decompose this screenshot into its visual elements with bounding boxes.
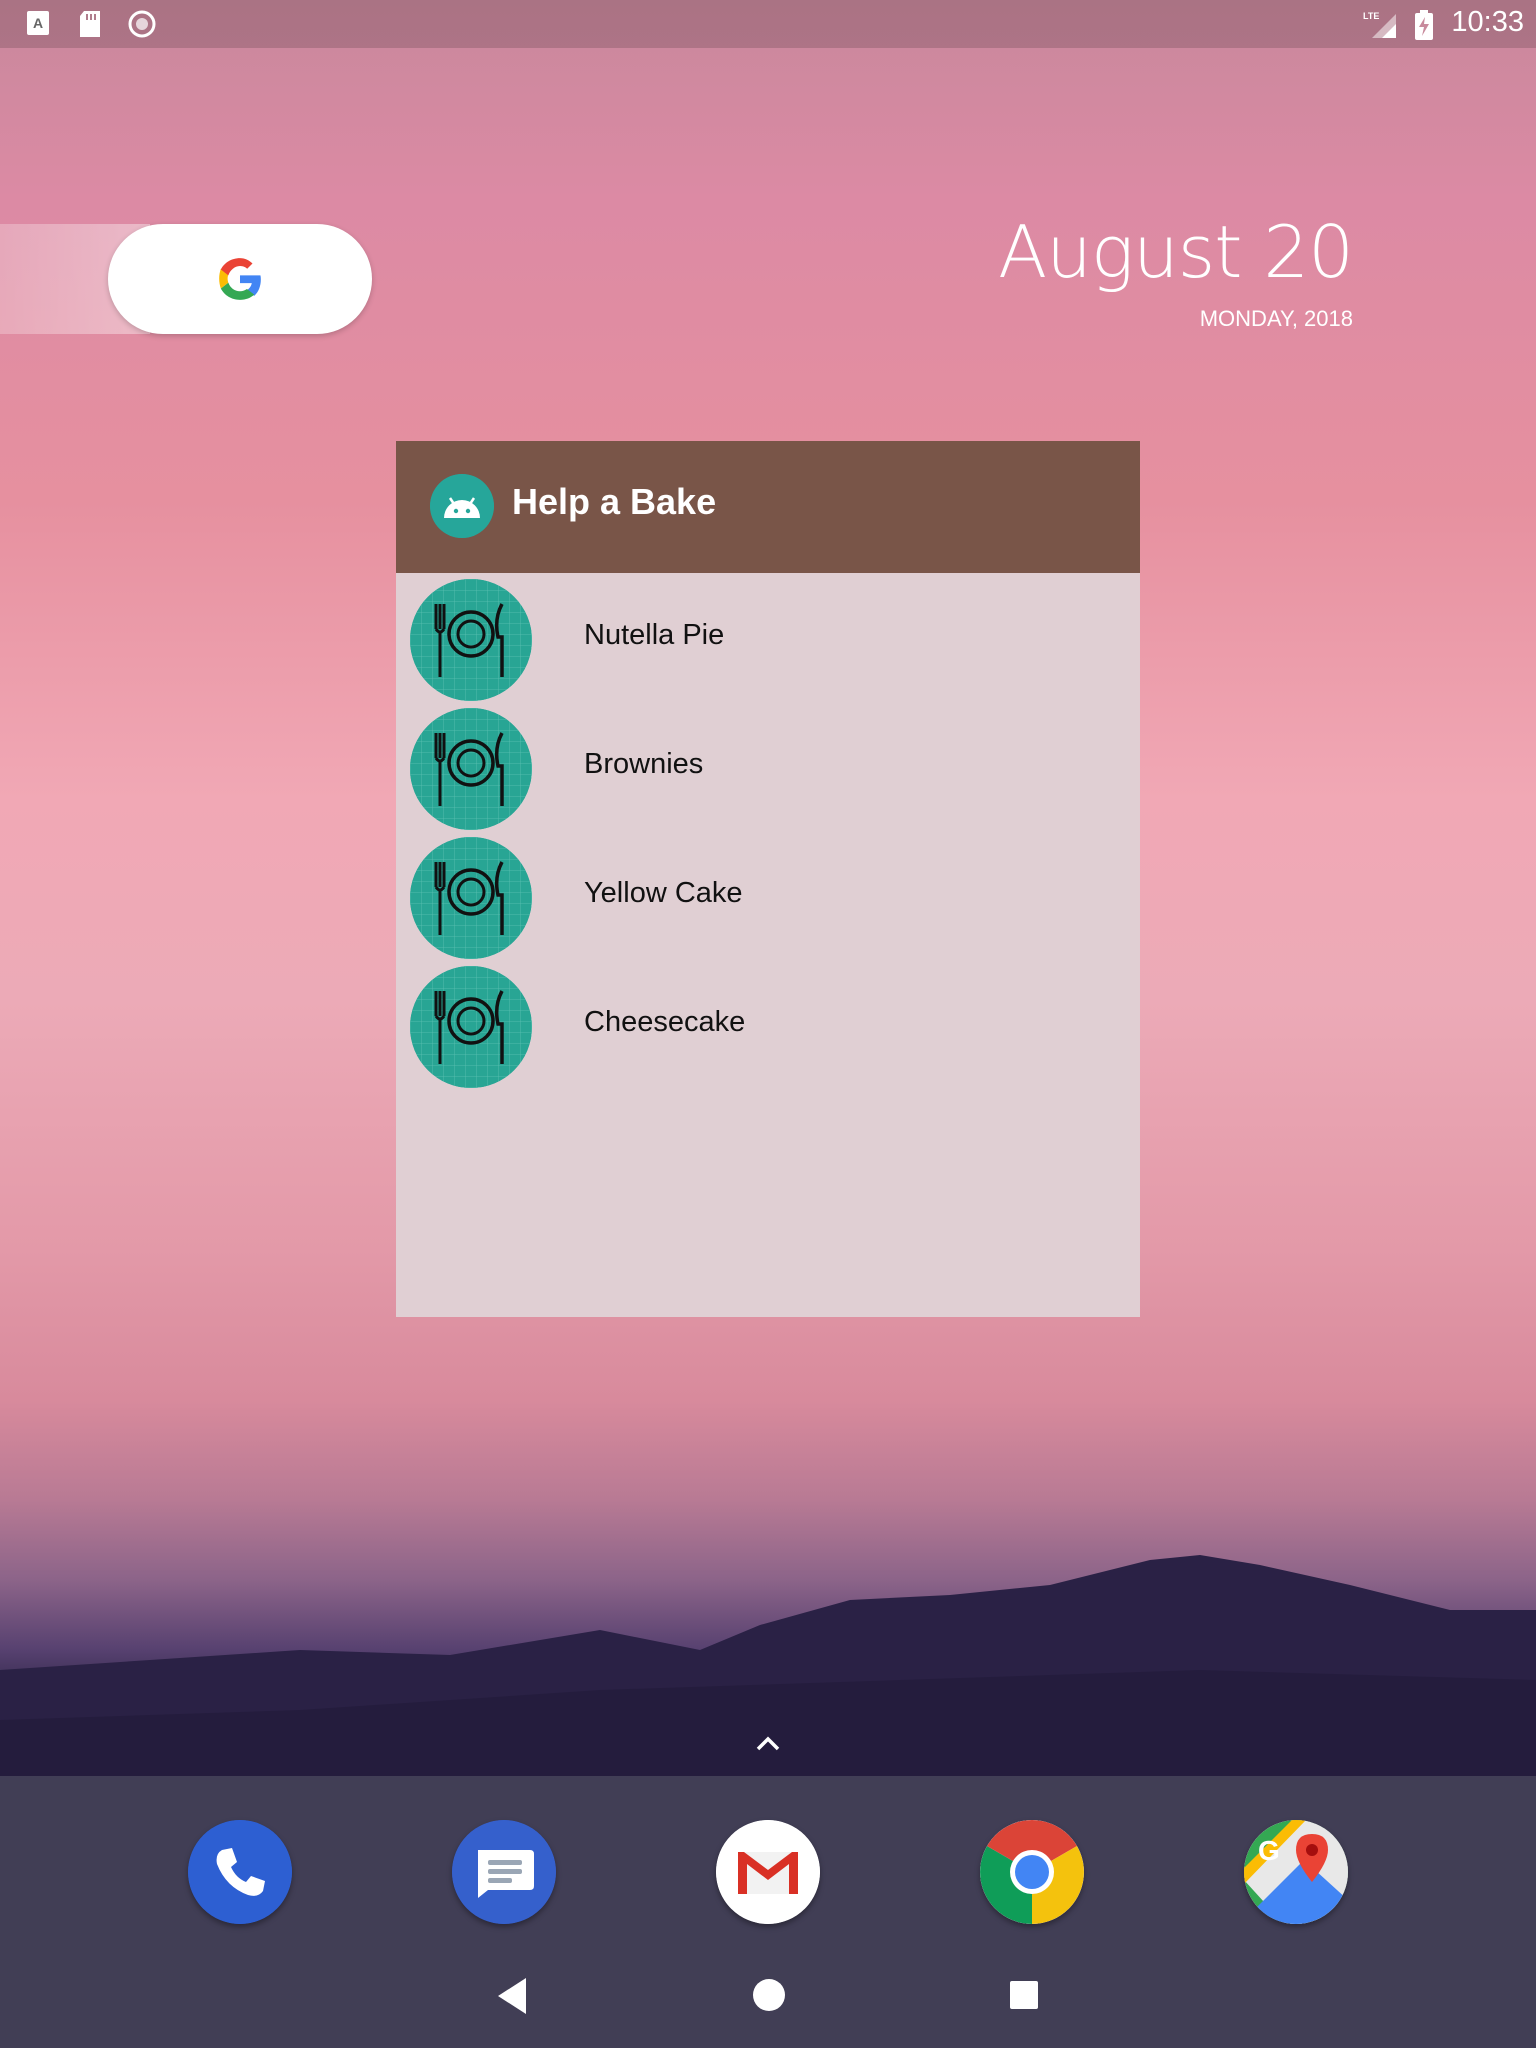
phone-app-button[interactable] [188,1820,292,1924]
record-icon [128,10,156,38]
widget-title: Help a Bake [512,481,717,522]
maps-icon: G [1244,1820,1348,1924]
recipe-item[interactable]: Nutella Pie [396,575,1140,703]
recipe-item[interactable]: Brownies [396,704,1140,832]
back-button[interactable] [496,1976,530,2016]
plate-cutlery-icon [410,579,532,701]
a-font-icon: A [27,11,49,35]
date-main[interactable]: August 20 [998,210,1354,294]
recipe-name: Nutella Pie [584,619,725,651]
chevron-up-icon[interactable] [752,1728,784,1760]
lte-signal-icon: LTE [1363,11,1396,38]
battery-charging-icon [1415,10,1433,40]
home-button[interactable] [752,1976,786,2014]
gmail-icon [716,1820,820,1924]
dock: G [0,1776,1536,2048]
phone-icon [188,1820,292,1924]
recipe-name: Cheesecake [584,1006,746,1038]
date-sub: MONDAY, 2018 [1199,306,1353,331]
status-bar: A LTE 10:33 [0,0,1536,48]
recipe-name: Brownies [584,748,704,780]
recents-button[interactable] [1008,1976,1040,2014]
android-icon [430,474,494,538]
sd-card-icon [80,11,100,37]
svg-text:G: G [1258,1835,1280,1866]
google-search-pill[interactable] [108,224,372,334]
maps-app-button[interactable]: G [1244,1820,1348,1924]
plate-cutlery-icon [410,966,532,1088]
svg-text:A: A [33,15,43,31]
recipe-name: Yellow Cake [584,877,743,909]
google-g-icon [219,258,261,300]
gmail-app-button[interactable] [716,1820,820,1924]
messages-icon [452,1820,556,1924]
messages-app-button[interactable] [452,1820,556,1924]
widget-header[interactable]: Help a Bake [396,441,1140,573]
status-time: 10:33 [1451,6,1524,38]
recipe-item[interactable]: Yellow Cake [396,833,1140,961]
chrome-app-button[interactable] [980,1820,1084,1924]
plate-cutlery-icon [410,837,532,959]
plate-cutlery-icon [410,708,532,830]
recipe-widget: Help a Bake Nutella Pie Brownies Yellow … [396,441,1140,1317]
chrome-icon [980,1820,1084,1924]
recipe-item[interactable]: Cheesecake [396,962,1140,1090]
svg-text:LTE: LTE [1363,11,1379,21]
